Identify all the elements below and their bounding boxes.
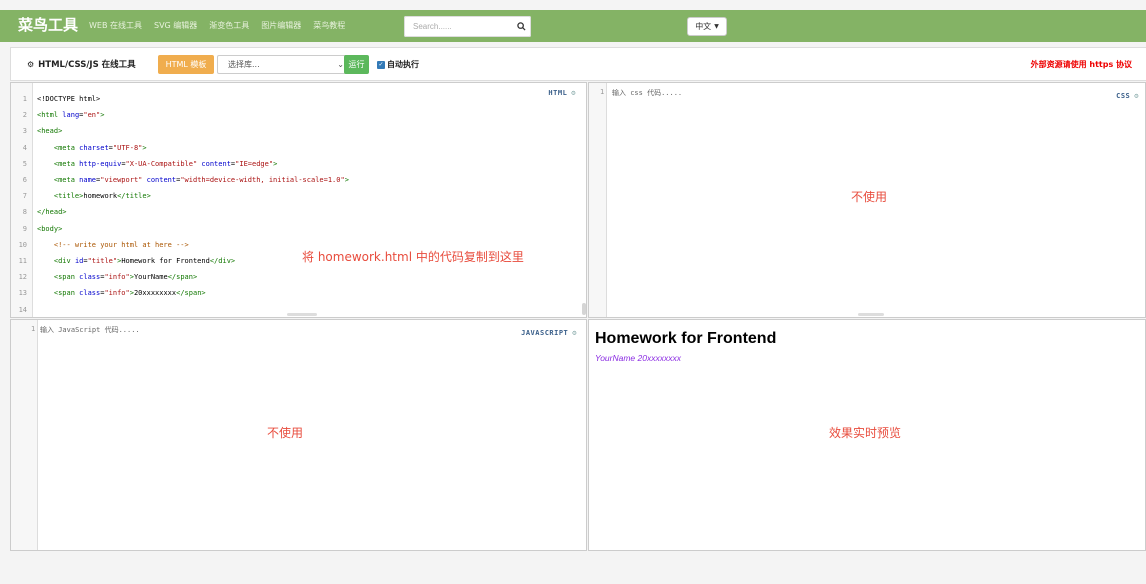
- js-line-number: 1: [31, 325, 36, 333]
- run-button[interactable]: 运行: [344, 55, 369, 74]
- app-root: 菜鸟工具 WEB 在线工具 SVG 编辑器 渐变色工具 图片编辑器 菜鸟教程 中…: [0, 0, 1146, 584]
- css-placeholder[interactable]: 输入 css 代码.....: [612, 88, 682, 98]
- js-badge-label: JAVASCRIPT: [521, 329, 569, 337]
- preview-pane-note: 效果实时预览: [829, 426, 902, 440]
- caret-down-icon: ▼: [714, 23, 719, 30]
- auto-run-toggle[interactable]: ✓ 自动执行: [377, 59, 419, 70]
- search-button[interactable]: [512, 16, 531, 37]
- preview-pane: Homework for Frontend YourName 20xxxxxxx…: [588, 319, 1146, 551]
- css-line-number: 1: [600, 88, 605, 96]
- gear-icon[interactable]: ⚙: [1134, 92, 1139, 100]
- css-editor-pane[interactable]: 1 输入 css 代码..... CSS ⚙ 不使用: [588, 82, 1146, 318]
- library-select-value: 选择库...: [228, 60, 260, 69]
- nav-links: WEB 在线工具 SVG 编辑器 渐变色工具 图片编辑器 菜鸟教程: [89, 19, 345, 33]
- nav-link-image-editor[interactable]: 图片编辑器: [261, 19, 301, 33]
- gear-icon[interactable]: ⚙: [572, 329, 577, 337]
- vertical-scrollbar[interactable]: [582, 303, 586, 315]
- nav-link-web-tools[interactable]: WEB 在线工具: [89, 19, 142, 33]
- auto-run-label: 自动执行: [387, 60, 419, 69]
- chevron-down-icon: ⌄: [337, 60, 344, 69]
- css-badge-label: CSS: [1116, 92, 1131, 100]
- brand-logo[interactable]: 菜鸟工具: [18, 15, 78, 35]
- line-gutter: [589, 83, 607, 317]
- top-nav: 菜鸟工具 WEB 在线工具 SVG 编辑器 渐变色工具 图片编辑器 菜鸟教程 中…: [0, 10, 1146, 42]
- line-gutter: [11, 320, 38, 550]
- language-dropdown[interactable]: 中文 ▼: [687, 17, 727, 36]
- search-input[interactable]: [404, 16, 512, 37]
- gear-icon[interactable]: ⚙: [571, 89, 576, 97]
- html-pane-instruction: 将 homework.html 中的代码复制到这里: [302, 250, 524, 264]
- library-select[interactable]: 选择库... ⌄: [217, 55, 351, 74]
- html-pane-badge[interactable]: HTML ⚙: [548, 89, 576, 97]
- nav-link-svg-editor[interactable]: SVG 编辑器: [154, 19, 197, 33]
- html-badge-label: HTML: [548, 89, 568, 97]
- language-label: 中文: [695, 22, 712, 31]
- horizontal-scrollbar[interactable]: [287, 313, 317, 316]
- js-pane-badge[interactable]: JAVASCRIPT ⚙: [521, 329, 577, 337]
- editor-toolbar: ⚙ HTML/CSS/JS 在线工具 HTML 模板 选择库... ⌄ 运行 ✓…: [10, 47, 1146, 81]
- css-pane-badge[interactable]: CSS ⚙: [1116, 92, 1139, 100]
- horizontal-scrollbar[interactable]: [858, 313, 884, 316]
- css-pane-note: 不使用: [851, 190, 888, 204]
- js-pane-note: 不使用: [267, 426, 304, 440]
- tool-title: ⚙ HTML/CSS/JS 在线工具: [27, 58, 136, 71]
- html-editor-pane[interactable]: 1 <!DOCTYPE html> 2 <html lang="en"> 3 <hea…: [10, 82, 587, 318]
- checkbox-checked-icon[interactable]: ✓: [377, 60, 385, 69]
- html-code[interactable]: 1 <!DOCTYPE html> 2 <html lang="en"> 3 <hea…: [11, 87, 349, 317]
- tool-title-text: HTML/CSS/JS 在线工具: [38, 60, 136, 70]
- preview-info: YourName 20xxxxxxxx: [595, 353, 681, 363]
- search-box: [404, 16, 531, 37]
- preview-title: Homework for Frontend: [595, 330, 777, 347]
- html-template-button[interactable]: HTML 模板: [158, 55, 214, 74]
- nav-link-gradient-tool[interactable]: 渐变色工具: [209, 19, 249, 33]
- external-resource-note: 外部资源请使用 https 协议: [1030, 60, 1132, 69]
- js-placeholder[interactable]: 输入 JavaScript 代码.....: [40, 325, 140, 335]
- js-editor-pane[interactable]: 1 输入 JavaScript 代码..... JAVASCRIPT ⚙ 不使用: [10, 319, 587, 551]
- gears-icon: ⚙: [27, 59, 35, 69]
- search-icon: [516, 22, 526, 31]
- nav-link-tutorial[interactable]: 菜鸟教程: [313, 19, 345, 33]
